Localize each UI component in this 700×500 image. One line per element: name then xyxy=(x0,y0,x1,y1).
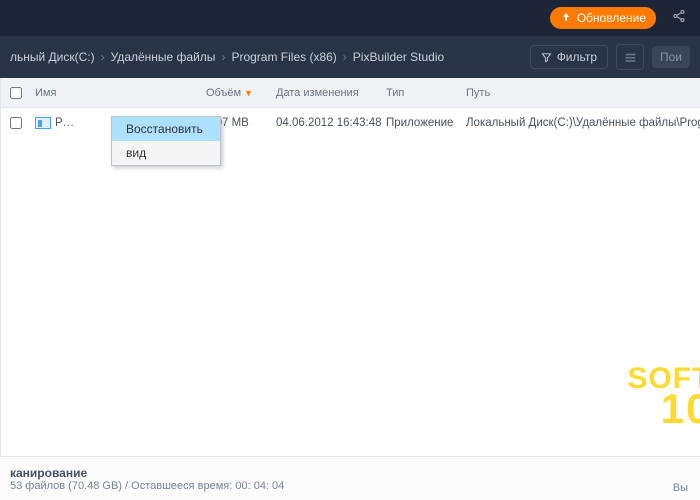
chevron-right-icon: › xyxy=(343,50,347,64)
breadcrumb-item[interactable]: PixBuilder Studio xyxy=(353,50,444,64)
column-path[interactable]: Путь xyxy=(466,87,700,99)
table-row[interactable]: P… 4.07 MB 04.06.2012 16:43:48 Приложени… xyxy=(1,108,700,138)
file-type: Приложение xyxy=(386,117,466,129)
row-checkbox[interactable] xyxy=(10,117,22,129)
context-item-restore[interactable]: Восстановить xyxy=(112,117,220,141)
breadcrumb-item[interactable]: Program Files (x86) xyxy=(231,50,336,64)
file-path: Локальный Диск(C:)\Удалённые файлы\Prog… xyxy=(466,117,700,129)
file-pane: Имя Объём ▼ Дата изменения Тип Путь P… 4… xyxy=(1,78,700,456)
scan-title: канирование xyxy=(10,466,690,480)
footer-right-text: Вы xyxy=(673,482,688,494)
context-menu: Восстановить вид xyxy=(111,116,221,166)
top-bar: Обновление xyxy=(0,0,700,36)
watermark: SOFT 10 xyxy=(627,367,700,426)
breadcrumb-item[interactable]: льный Диск(C:) xyxy=(10,50,95,64)
toolbar: льный Диск(C:) › Удалённые файлы › Progr… xyxy=(0,36,700,78)
scan-progress: 53 файлов (70.48 GB) / Оставшееся время:… xyxy=(10,480,690,492)
file-date: 04.06.2012 16:43:48 xyxy=(276,117,386,129)
status-bar: канирование 53 файлов (70.48 GB) / Остав… xyxy=(0,456,700,500)
file-name: P… xyxy=(55,117,74,129)
executable-icon xyxy=(35,117,51,129)
share-icon[interactable] xyxy=(672,9,686,28)
breadcrumb-item[interactable]: Удалённые файлы xyxy=(111,50,216,64)
list-icon xyxy=(624,51,637,64)
table-header: Имя Объём ▼ Дата изменения Тип Путь xyxy=(1,78,700,108)
upgrade-button[interactable]: Обновление xyxy=(550,7,656,29)
column-type[interactable]: Тип xyxy=(386,87,466,99)
upgrade-label: Обновление xyxy=(577,11,646,25)
context-item-view[interactable]: вид xyxy=(112,141,220,165)
view-list-button[interactable] xyxy=(616,44,644,70)
upgrade-icon xyxy=(560,12,572,24)
column-name[interactable]: Имя xyxy=(31,87,206,99)
breadcrumb: льный Диск(C:) › Удалённые файлы › Progr… xyxy=(10,50,522,64)
chevron-right-icon: › xyxy=(101,50,105,64)
column-date[interactable]: Дата изменения xyxy=(276,87,386,99)
chevron-right-icon: › xyxy=(221,50,225,64)
sort-desc-icon: ▼ xyxy=(244,88,253,98)
select-all-checkbox[interactable] xyxy=(10,87,22,99)
search-input[interactable]: Пои xyxy=(652,46,690,68)
filter-label: Фильтр xyxy=(557,50,597,64)
funnel-icon xyxy=(541,52,552,63)
column-size[interactable]: Объём ▼ xyxy=(206,87,276,99)
filter-button[interactable]: Фильтр xyxy=(530,45,608,69)
